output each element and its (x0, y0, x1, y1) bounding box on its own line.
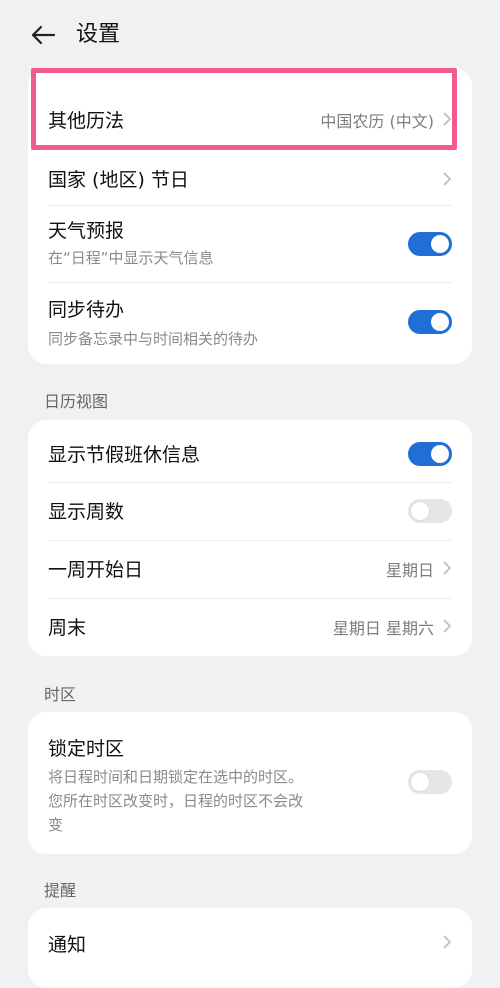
todo-sync-row[interactable]: 同步待办 同步备忘录中与时间相关的待办 (28, 283, 472, 363)
holiday-info-label: 显示节假班休信息 (48, 444, 201, 466)
chevron-right-icon (443, 619, 452, 633)
other-calendar-value: 中国农历 (中文) (320, 112, 434, 131)
lock-timezone-subtitle-line2: 您所在时区改变时，日程的时区不会改 (48, 792, 304, 810)
toggle-knob (411, 773, 429, 791)
holidays-label: 国家 (地区) 节日 (48, 169, 189, 191)
notification-label: 通知 (48, 934, 87, 956)
toggle-knob (431, 313, 449, 331)
week-numbers-toggle[interactable] (408, 499, 452, 523)
reminder-section-label: 提醒 (44, 881, 77, 900)
holidays-row[interactable]: 国家 (地区) 节日 (28, 152, 472, 204)
weather-subtitle: 在“日程”中显示天气信息 (48, 249, 214, 267)
holiday-info-toggle[interactable] (408, 442, 452, 466)
lock-timezone-toggle[interactable] (408, 770, 452, 794)
lock-timezone-label: 锁定时区 (48, 738, 125, 760)
weather-toggle[interactable] (408, 232, 452, 256)
toggle-knob (411, 502, 429, 520)
week-numbers-row[interactable]: 显示周数 (28, 483, 472, 539)
reminder-card: 通知 (28, 908, 472, 988)
chevron-right-icon (443, 561, 452, 575)
calendar-view-section-label: 日历视图 (44, 392, 109, 411)
other-calendar-label: 其他历法 (48, 110, 125, 132)
week-start-value: 星期日 (385, 561, 434, 580)
timezone-card: 锁定时区 将日程时间和日期锁定在选中的时区。 您所在时区改变时，日程的时区不会改… (28, 712, 472, 854)
lock-timezone-subtitle-line3: 变 (48, 816, 64, 834)
weather-label: 天气预报 (48, 220, 125, 242)
week-numbers-label: 显示周数 (48, 501, 125, 523)
todo-sync-subtitle: 同步备忘录中与时间相关的待办 (48, 330, 259, 348)
week-start-row[interactable]: 一周开始日 星期日 (28, 541, 472, 597)
weather-row[interactable]: 天气预报 在“日程”中显示天气信息 (28, 206, 472, 282)
page-title: 设置 (76, 22, 121, 47)
weekend-label: 周末 (48, 617, 87, 639)
top-app-bar: 设置 (0, 0, 500, 70)
lock-timezone-subtitle-line1: 将日程时间和日期锁定在选中的时区。 (48, 768, 304, 786)
todo-sync-toggle[interactable] (408, 310, 452, 334)
toggle-knob (431, 235, 449, 253)
week-start-label: 一周开始日 (48, 559, 144, 581)
notification-row[interactable]: 通知 (28, 908, 472, 968)
timezone-section-label: 时区 (44, 685, 77, 704)
calendar-view-card: 显示节假班休信息 显示周数 一周开始日 星期日 周末 星期日 星期六 (28, 420, 472, 656)
back-arrow-icon[interactable] (30, 22, 56, 48)
chevron-right-icon (443, 112, 452, 126)
weekend-value: 星期日 星期六 (332, 619, 434, 638)
lock-timezone-row[interactable]: 锁定时区 将日程时间和日期锁定在选中的时区。 您所在时区改变时，日程的时区不会改… (28, 712, 472, 854)
toggle-knob (431, 445, 449, 463)
chevron-right-icon (443, 172, 452, 186)
todo-sync-label: 同步待办 (48, 299, 125, 321)
weekend-row[interactable]: 周末 星期日 星期六 (28, 599, 472, 655)
general-settings-card: 其他历法 中国农历 (中文) 国家 (地区) 节日 天气预报 在“日程”中显示天… (28, 68, 472, 364)
holiday-info-row[interactable]: 显示节假班休信息 (28, 420, 472, 480)
chevron-right-icon (443, 935, 452, 949)
